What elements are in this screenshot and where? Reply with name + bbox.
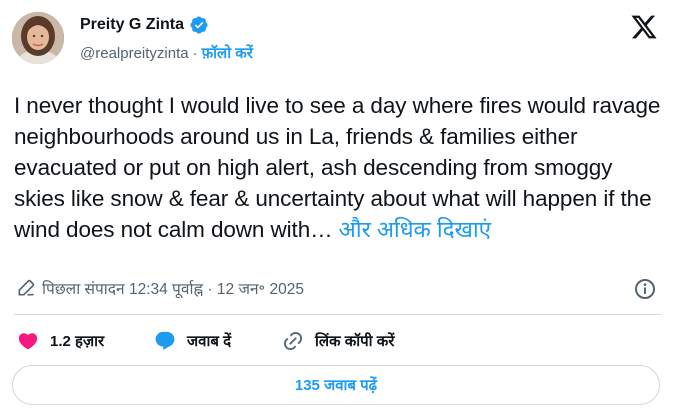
author-handle[interactable]: @realpreityzinta — [80, 45, 189, 62]
follow-button[interactable]: फ़ॉलो करें — [202, 43, 253, 63]
copy-link-label: लिंक कॉपी करें — [315, 333, 395, 350]
copy-link-button[interactable]: लिंक कॉपी करें — [281, 329, 394, 353]
author-display-name[interactable]: Preity G Zinta — [80, 16, 184, 34]
link-icon — [281, 329, 305, 353]
read-replies-button[interactable]: 135 जवाब पढ़ें — [12, 365, 660, 405]
reply-button[interactable]: जवाब दें — [153, 329, 281, 353]
like-button[interactable]: 1.2 हज़ार — [16, 329, 153, 353]
action-bar: 1.2 हज़ार जवाब दें लिंक कॉपी करें — [16, 327, 394, 355]
verified-badge-icon — [190, 16, 208, 34]
tweet-body: I never thought I would live to see a da… — [14, 93, 661, 242]
read-replies-label: 135 जवाब पढ़ें — [294, 377, 378, 394]
separator-dot: · — [192, 44, 198, 62]
divider — [14, 314, 661, 315]
info-icon[interactable] — [633, 277, 657, 301]
heart-icon — [16, 329, 40, 353]
reply-bubble-icon — [153, 329, 177, 353]
show-more-link[interactable]: और अधिक दिखाएं — [339, 217, 491, 242]
author-name-row: Preity G Zinta — [80, 15, 209, 35]
tweet-text: I never thought I would live to see a da… — [14, 90, 664, 245]
edited-meta-row[interactable]: पिछला संपादन 12:34 पूर्वाह्न · 12 जन॰ 20… — [16, 277, 304, 299]
author-handle-row: @realpreityzinta · फ़ॉलो करें — [80, 43, 253, 63]
like-count: 1.2 हज़ार — [50, 333, 105, 350]
tweet-card: Preity G Zinta @realpreityzinta · फ़ॉलो … — [0, 0, 675, 419]
x-logo-icon[interactable] — [629, 13, 659, 41]
edited-timestamp: पिछला संपादन 12:34 पूर्वाह्न · 12 जन॰ 20… — [42, 281, 304, 298]
reply-label: जवाब दें — [187, 333, 232, 350]
profile-photo — [12, 12, 64, 64]
pencil-icon — [18, 279, 35, 296]
avatar[interactable] — [12, 12, 64, 64]
